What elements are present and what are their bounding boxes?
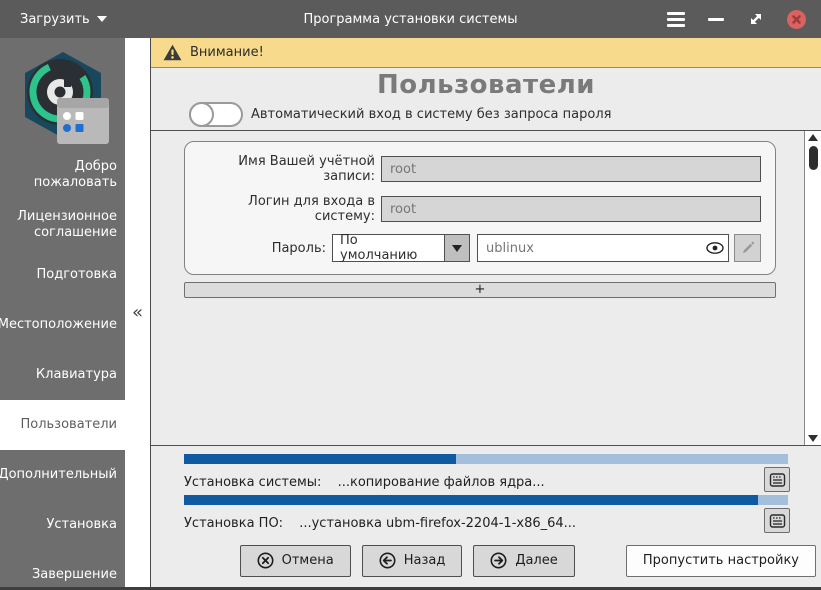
sidebar-item-installation[interactable]: Установка: [0, 500, 125, 550]
password-mode-select[interactable]: По умолчанию: [332, 234, 470, 262]
chevron-down-icon: [97, 16, 107, 22]
password-row: Пароль: По умолчанию: [199, 234, 761, 262]
software-progress-status: ...установка ubm-firefox-2204-1-x86_64..…: [299, 516, 576, 531]
system-log-button[interactable]: [764, 467, 790, 492]
login-row: Логин для входа в систему:: [199, 194, 761, 224]
show-password-button[interactable]: [702, 235, 728, 261]
vertical-scrollbar[interactable]: [804, 131, 821, 445]
sidebar-item-additional[interactable]: Дополнительный: [0, 450, 125, 500]
user-account-panel: Имя Вашей учётной записи: Логин для вход…: [184, 141, 776, 275]
warning-banner: Внимание!: [151, 38, 821, 68]
password-field[interactable]: [478, 241, 702, 256]
skip-setup-label: Пропустить настройку: [643, 553, 799, 568]
system-progress-status: ...копирование файлов ядра...: [338, 475, 545, 490]
sidebar-collapse-strip: «: [125, 38, 150, 587]
software-progress-fill: [184, 495, 758, 505]
sidebar-item-preparation[interactable]: Подготовка: [0, 250, 125, 300]
log-icon: [769, 472, 786, 488]
maximize-button[interactable]: [745, 8, 767, 30]
back-label: Назад: [404, 553, 446, 568]
cancel-button[interactable]: Отмена: [240, 545, 351, 577]
installer-window: Загрузить Программа установки системы: [0, 0, 821, 590]
sidebar-item-finish[interactable]: Завершение: [0, 550, 125, 590]
scroll-down-icon[interactable]: [808, 435, 818, 442]
autologin-label: Автоматический вход в систему без запрос…: [251, 107, 611, 122]
sidebar-item-keyboard[interactable]: Клавиатура: [0, 350, 125, 400]
system-progress-label: Установка системы:: [184, 475, 321, 490]
next-label: Далее: [515, 553, 557, 568]
menu-button[interactable]: [665, 8, 687, 30]
sidebar: Добро пожаловать Лицензионное соглашение…: [0, 38, 125, 587]
password-input-wrap: [477, 234, 729, 262]
password-mode-value: По умолчанию: [333, 235, 444, 261]
next-button[interactable]: Далее: [473, 545, 574, 577]
software-progress-label: Установка ПО:: [184, 516, 283, 531]
close-icon: [787, 10, 806, 29]
edit-password-button[interactable]: [734, 234, 761, 262]
sidebar-item-license[interactable]: Лицензионное соглашение: [0, 200, 125, 250]
page-header: Пользователи Автоматический вход в систе…: [151, 68, 821, 130]
scroll-up-icon[interactable]: [808, 134, 818, 141]
system-progress-row: Установка системы: ...копирование файлов…: [184, 454, 788, 492]
minimize-button[interactable]: [705, 8, 727, 30]
software-log-button[interactable]: [764, 508, 790, 533]
back-circle-icon: [379, 552, 396, 569]
system-progress-bar: [184, 454, 788, 464]
autologin-toggle[interactable]: [189, 102, 243, 127]
load-button[interactable]: Загрузить: [0, 0, 121, 38]
sidebar-item-location[interactable]: Местоположение: [0, 300, 125, 350]
skip-setup-button[interactable]: Пропустить настройку: [626, 545, 816, 577]
installer-steps-nav: Добро пожаловать Лицензионное соглашение…: [0, 150, 125, 590]
password-label: Пароль:: [272, 241, 332, 256]
collapse-sidebar-icon[interactable]: «: [132, 302, 143, 323]
window-controls: [665, 8, 821, 30]
software-progress-bar: [184, 495, 788, 505]
autologin-row: Автоматический вход в систему без запрос…: [151, 102, 821, 127]
minimize-icon: [708, 18, 724, 21]
software-progress-row: Установка ПО: ...установка ubm-firefox-2…: [184, 495, 788, 533]
system-progress-fill: [184, 454, 456, 464]
select-arrow-button[interactable]: [444, 235, 469, 261]
expand-icon: [747, 10, 765, 28]
cancel-circle-icon: [257, 552, 274, 569]
users-content: Имя Вашей учётной записи: Логин для вход…: [151, 131, 804, 445]
warning-icon: [163, 44, 182, 61]
installer-logo: [0, 38, 125, 150]
logo-window: [57, 98, 109, 144]
log-icon: [769, 513, 786, 529]
hamburger-icon: [667, 12, 685, 27]
warning-text: Внимание!: [190, 45, 264, 60]
cancel-label: Отмена: [282, 553, 334, 568]
next-circle-icon: [490, 552, 507, 569]
main-panel: Внимание! Пользователи Автоматический вх…: [150, 38, 821, 587]
sidebar-item-welcome[interactable]: Добро пожаловать: [0, 150, 125, 200]
fullname-label: Имя Вашей учётной записи:: [199, 154, 381, 184]
fullname-row: Имя Вашей учётной записи:: [199, 154, 761, 184]
add-user-button[interactable]: +: [184, 282, 776, 298]
progress-section: Установка системы: ...копирование файлов…: [151, 446, 821, 540]
users-scroll-area: Имя Вашей учётной записи: Логин для вход…: [151, 130, 821, 446]
login-field[interactable]: [381, 196, 761, 222]
load-button-label: Загрузить: [20, 12, 90, 27]
footer-buttons: Отмена Назад Далее: [151, 540, 821, 587]
back-button[interactable]: Назад: [362, 545, 463, 577]
pencil-icon: [740, 241, 755, 256]
fullname-field[interactable]: [381, 156, 761, 182]
toggle-knob: [189, 102, 214, 127]
page-title: Пользователи: [151, 70, 821, 100]
chevron-down-icon: [452, 245, 462, 252]
titlebar: Загрузить Программа установки системы: [0, 0, 821, 38]
scrollbar-thumb[interactable]: [809, 146, 818, 170]
eye-icon: [706, 242, 724, 254]
close-button[interactable]: [785, 8, 807, 30]
login-label: Логин для входа в систему:: [199, 194, 381, 224]
sidebar-item-users[interactable]: Пользователи: [0, 400, 125, 450]
